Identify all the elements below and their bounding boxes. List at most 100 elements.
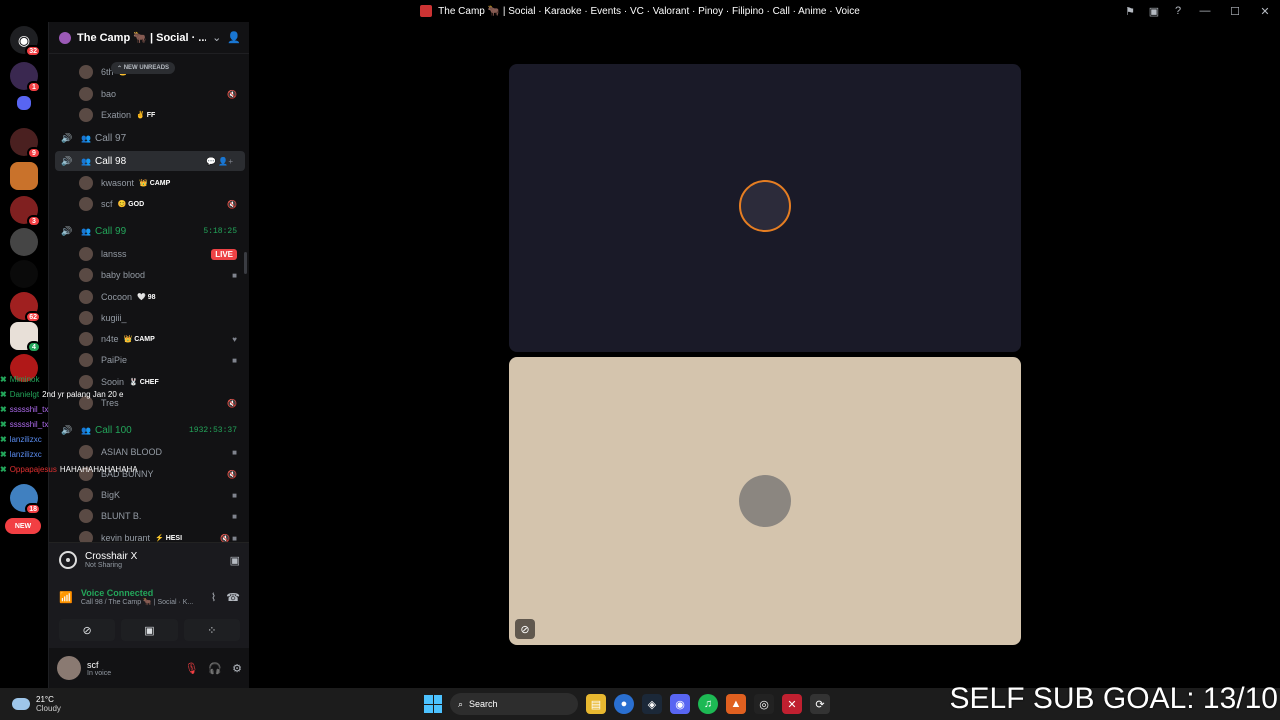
sub-goal-overlay: SELF SUB GOAL: 13/10 [949,682,1279,715]
scrollbar[interactable] [244,252,247,274]
status-icon: 🔇 [227,199,237,209]
app-icon[interactable]: ⟳ [810,694,830,714]
discord-icon[interactable]: ◉ [670,694,690,714]
start-button[interactable] [424,695,442,713]
new-unreads-banner[interactable]: ⌃ NEW UNREADS [111,62,176,74]
server-icon[interactable]: 9 [10,128,41,159]
server-icon-active[interactable]: 4 [10,322,41,353]
role-tag: 😊 GOD [117,201,145,208]
user-panel: scf In voice 🎙 🎧 ⚙ [49,648,250,688]
status-icon: ■ [232,490,237,500]
server-icon[interactable] [10,162,38,190]
chat-user: Miminok [9,375,40,384]
voice-channel[interactable]: 🔊 👥 Call 98 💬 👤+ [55,151,245,171]
gear-icon[interactable]: ⚙ [232,662,242,675]
voice-status[interactable]: Voice Connected [81,588,211,598]
avatar [79,531,93,542]
headphones-icon[interactable]: 🎧 [208,662,222,675]
activities-button[interactable]: ⁘ [183,619,240,641]
minimize-button[interactable]: — [1190,0,1220,22]
voice-member[interactable]: lansss LIVE [49,244,249,264]
server-icon[interactable]: 1 [10,62,41,93]
server-header[interactable]: The Camp 🐂 | Social · ... ⌄ 👤 [49,22,249,54]
voice-member[interactable]: BigK ■ [49,485,249,505]
search-input[interactable]: ⌕ Search [450,693,578,715]
member-name: BLUNT B. [101,511,142,521]
voice-member[interactable]: BLUNT B. ■ [49,506,249,526]
voice-channel-link[interactable]: Call 98 / The Camp 🐂 | Social · K... [81,598,211,606]
help-icon[interactable]: ? [1166,0,1190,22]
temperature: 21°C [36,695,54,704]
voice-channel[interactable]: 🔊 👥 Call 97 [49,128,249,148]
voice-member[interactable]: Exation ✌ FF [49,105,249,125]
voice-member[interactable]: kwasont 👑 CAMP [49,173,249,193]
voice-member[interactable]: scf 😊 GOD 🔇 [49,194,249,214]
avatar [79,488,93,502]
app-icon[interactable]: ▲ [726,694,746,714]
close-button[interactable]: ✕ [1250,0,1280,22]
voice-member[interactable]: kugiii_ [49,308,249,328]
inbox-icon[interactable]: ⚑ [1118,0,1142,22]
voice-member[interactable]: bao 🔇 [49,84,249,104]
chevron-down-icon[interactable]: ⌄ [212,31,221,44]
stream-chat-overlay: ✖ Miminok ✖ Danielgt 2nd yr palang Jan 20 e ✖… [0,372,240,477]
platform-icon: ✖ [0,390,7,399]
home-button[interactable]: ◉ 32 [10,26,41,57]
file-explorer-icon[interactable]: ▤ [586,694,606,714]
noise-suppression-icon[interactable]: ⌇ [211,591,216,604]
voice-member[interactable]: n4te 👑 CAMP ♥ [49,329,249,349]
voice-channel[interactable]: 🔊 👥 Call 99 5:18:25 [49,221,249,241]
avatar [79,509,93,523]
voice-member[interactable]: baby blood ■ [49,265,249,285]
role-tag: 🤍 98 [137,294,156,301]
platform-icon: ✖ [0,435,7,444]
maximize-button[interactable]: ☐ [1220,0,1250,22]
muted-icon: ⊘ [515,619,535,639]
folder-icon[interactable] [17,96,31,110]
chat-message: ✖ Miminok [0,372,240,387]
screen-share-button[interactable]: ▣ [121,619,178,641]
server-icon[interactable] [10,260,38,288]
server-icon[interactable]: 3 [10,196,41,227]
platform-icon: ✖ [0,420,7,429]
server-name: The Camp 🐂 | Social · ... [77,32,207,44]
add-member-icon[interactable]: 👤 [227,31,241,44]
chat-text: 2nd yr palang Jan 20 e [42,390,124,399]
participant-tile[interactable]: ⊘ [509,357,1021,645]
role-tag: 👑 CAMP [123,336,155,343]
server-badge-icon [59,31,71,44]
avatar [739,180,791,232]
voice-member[interactable]: kevin burant ⚡ HESI 🔇 ■ [49,528,249,542]
voice-member[interactable]: PaiPie ■ [49,350,249,370]
steam-icon[interactable]: ◈ [642,694,662,714]
participant-tile[interactable] [509,64,1021,352]
lock-icon: 👥 [81,156,91,166]
chat-message: ✖ lanzilizxc [0,447,240,462]
camera-off-button[interactable]: ⊘ [59,619,116,641]
weather-condition: Cloudy [36,704,61,713]
chat-message: ✖ ssssshil_tx [0,402,240,417]
voice-member[interactable]: Cocoon 🤍 98 [49,287,249,307]
server-icon[interactable]: 62 [10,292,41,323]
disconnect-icon[interactable]: ☎ [226,591,240,604]
crosshair-app-icon[interactable]: ◎ [754,694,774,714]
avatar [79,290,93,304]
search-label: Search [469,699,498,709]
chrome-icon[interactable]: ● [614,694,634,714]
status-icon: 💬 👤+ [206,156,233,166]
microphone-muted-icon[interactable]: 🎙 [184,662,198,675]
badge: 32 [25,45,41,57]
screen-icon[interactable]: ▣ [1142,0,1166,22]
server-icon[interactable]: 18 [10,484,41,515]
server-rail: ◉ 32 1 9 3 62 4 18 NEW [0,22,48,688]
spotify-icon[interactable]: ♫ [698,694,718,714]
new-unreads-pill[interactable]: NEW [5,518,41,534]
server-icon[interactable] [10,228,38,256]
avatar [79,268,93,282]
avatar [79,311,93,325]
app-icon[interactable]: ✕ [782,694,802,714]
avatar[interactable] [57,656,81,680]
weather-widget[interactable]: 21°C Cloudy [0,695,200,713]
share-screen-icon[interactable]: ▣ [230,554,240,567]
member-name: baby blood [101,270,146,280]
